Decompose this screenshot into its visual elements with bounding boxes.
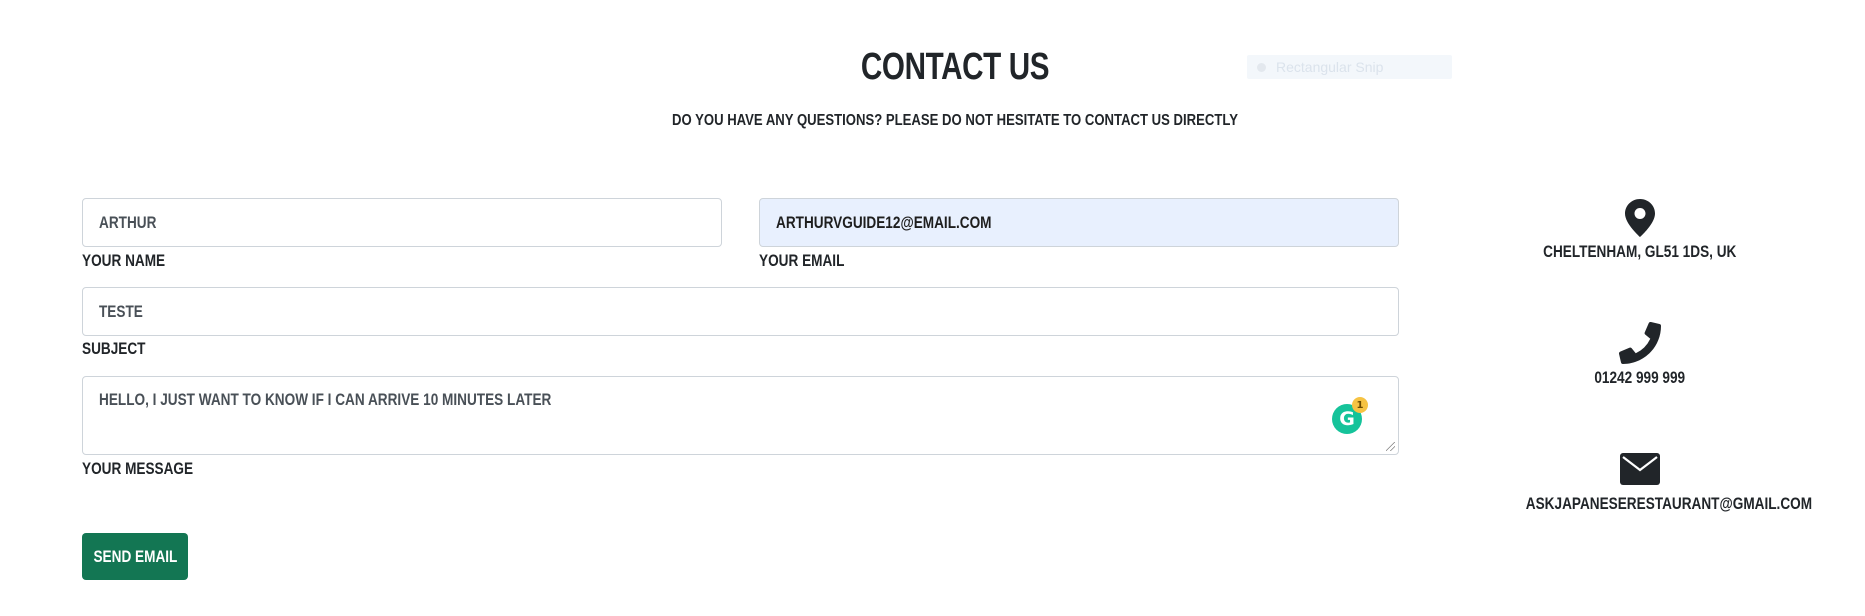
message-label: YOUR MESSAGE [82,459,194,478]
contact-page: CONTACT US DO YOU HAVE ANY QUESTIONS? PL… [0,0,1865,616]
name-input-value: ARTHUR [99,212,157,232]
subject-input-value: TESTE [99,301,143,321]
snip-dot-icon [1257,62,1266,72]
email-block: ASKJAPANESERESTAURANT@GMAIL.COM [1490,452,1812,514]
email-text: ASKJAPANESERESTAURANT@GMAIL.COM [1525,494,1813,513]
grammarly-icon[interactable]: G 1 [1332,397,1368,434]
send-email-button[interactable]: SEND EMAIL [82,533,188,580]
message-textarea-value: HELLO, I JUST WANT TO KNOW IF I CAN ARRI… [99,390,552,409]
phone-icon [1619,322,1661,364]
subject-label: SUBJECT [82,339,146,358]
address-block: CHELTENHAM, GL51 1DS, UK [1490,198,1790,262]
page-subtitle: DO YOU HAVE ANY QUESTIONS? PLEASE DO NOT… [672,112,1238,129]
email-input[interactable]: ARTHURVGUIDE12@EMAIL.COM [759,198,1399,247]
rectangular-snip-overlay: Rectangular Snip [1247,55,1452,79]
grammarly-badge: 1 [1352,397,1368,413]
snip-label: Rectangular Snip [1276,59,1384,75]
email-label: YOUR EMAIL [759,251,845,270]
textarea-resize-handle[interactable] [1386,442,1395,451]
message-textarea[interactable]: HELLO, I JUST WANT TO KNOW IF I CAN ARRI… [82,376,1399,455]
name-input[interactable]: ARTHUR [82,198,722,247]
name-label: YOUR NAME [82,251,166,270]
phone-text: 01242 999 999 [1594,368,1686,387]
subject-input[interactable]: TESTE [82,287,1399,336]
page-title: CONTACT US [860,46,1050,88]
phone-block: 01242 999 999 [1490,322,1790,388]
address-text: CHELTENHAM, GL51 1DS, UK [1543,242,1737,261]
send-email-button-label: SEND EMAIL [93,546,177,566]
envelope-icon [1620,453,1660,485]
map-pin-icon [1625,199,1655,237]
email-input-value: ARTHURVGUIDE12@EMAIL.COM [776,212,992,232]
grammarly-glyph: G [1339,408,1355,430]
